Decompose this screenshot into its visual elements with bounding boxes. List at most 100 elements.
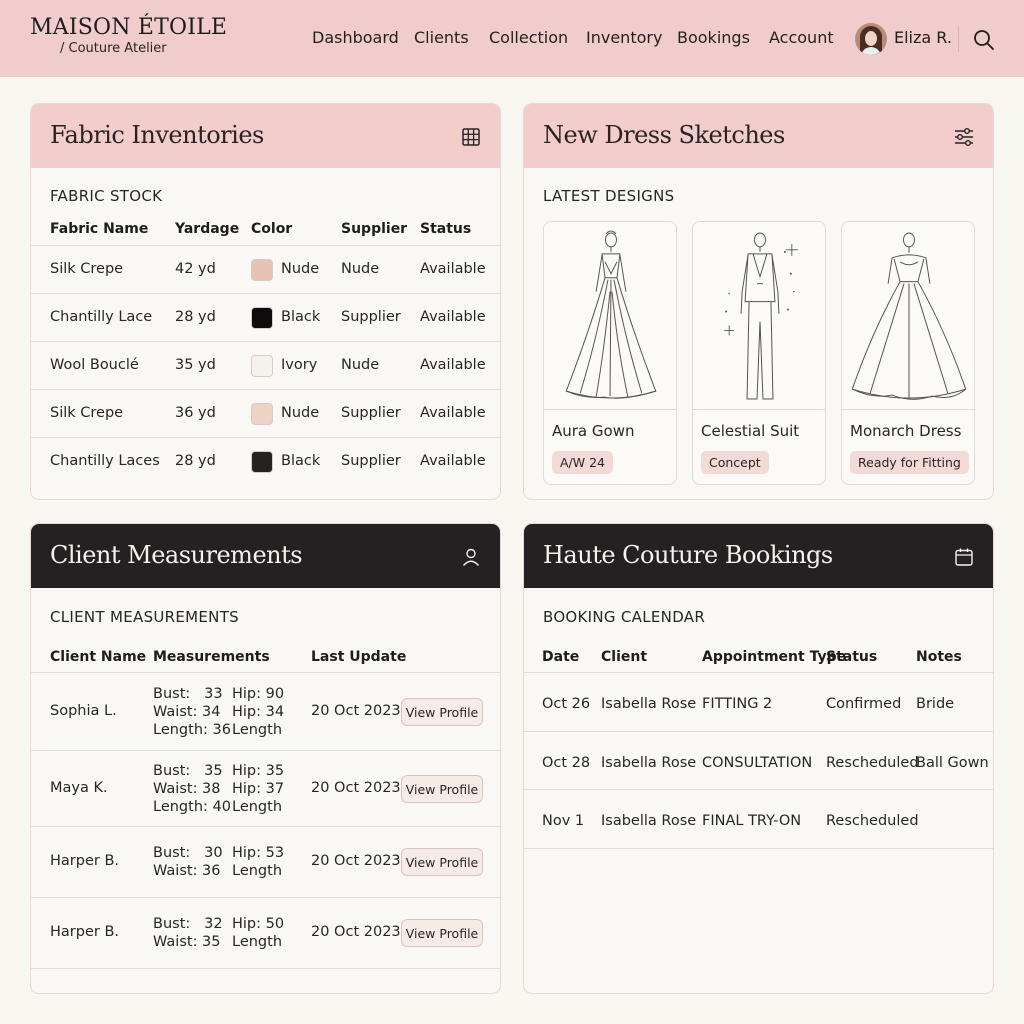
client-name: Maya K. bbox=[50, 780, 108, 796]
fabric-supplier: Supplier bbox=[341, 405, 401, 421]
fabric-name: Silk Crepe bbox=[50, 261, 124, 277]
col-fabric-name[interactable]: Fabric Name bbox=[50, 221, 148, 237]
fabric-color: Nude bbox=[281, 261, 320, 277]
sketch-name: Monarch Dress bbox=[850, 422, 962, 440]
view-profile-button[interactable]: View Profile bbox=[401, 919, 483, 947]
measurements-secondary: Hip: 90 Hip: 34 Length bbox=[232, 686, 285, 738]
client-name: Harper B. bbox=[50, 924, 120, 940]
view-profile-button[interactable]: View Profile bbox=[401, 848, 483, 876]
nav-inventory[interactable]: Inventory bbox=[586, 28, 662, 47]
fabric-color: Nude bbox=[281, 405, 320, 421]
row-divider bbox=[524, 848, 993, 849]
fabric-color: Black bbox=[281, 453, 321, 469]
measurements-primary: Bust: 32 Waist: 35 bbox=[153, 916, 223, 950]
measurements-card-title: Client Measurements bbox=[50, 541, 303, 569]
col-booking-status[interactable]: Status bbox=[826, 649, 877, 665]
col-supplier[interactable]: Supplier bbox=[341, 221, 407, 237]
last-update: 20 Oct 2023 bbox=[311, 703, 401, 719]
user-name[interactable]: Eliza R. bbox=[894, 28, 952, 47]
fabric-section-label: FABRIC STOCK bbox=[50, 187, 163, 205]
sketch-tag: Concept bbox=[701, 451, 769, 474]
sketch-tag: A/W 24 bbox=[552, 451, 614, 474]
fabric-status: Available bbox=[420, 357, 486, 373]
fabric-yardage: 36 yd bbox=[175, 405, 216, 421]
user-icon[interactable] bbox=[460, 546, 482, 568]
col-color[interactable]: Color bbox=[251, 221, 292, 237]
calendar-icon[interactable] bbox=[953, 546, 975, 568]
measurements-section-label: CLIENT MEASUREMENTS bbox=[50, 608, 239, 626]
col-client[interactable]: Client bbox=[601, 649, 647, 665]
sketch-card-aura-gown[interactable]: Aura Gown A/W 24 bbox=[543, 221, 677, 485]
nav-dashboard[interactable]: Dashboard bbox=[312, 28, 399, 47]
sliders-icon[interactable] bbox=[953, 126, 975, 148]
bookings-card: Haute Couture Bookings BOOKING CALENDAR … bbox=[523, 523, 994, 994]
fabric-card-title: Fabric Inventories bbox=[50, 121, 264, 149]
suit-sketch-illustration bbox=[693, 232, 825, 410]
view-profile-button[interactable]: View Profile bbox=[401, 775, 483, 803]
view-profile-button[interactable]: View Profile bbox=[401, 698, 483, 726]
appointment-type: FINAL TRY-ON bbox=[702, 813, 802, 829]
brand-logo[interactable]: MAISON ÉTOILE / Couture Atelier bbox=[30, 15, 227, 56]
fabric-yardage: 42 yd bbox=[175, 261, 216, 277]
dress-sketches-card: New Dress Sketches LATEST DESIGNS Aura G… bbox=[523, 103, 994, 500]
fabric-name: Chantilly Laces bbox=[50, 453, 160, 469]
fabric-name: Chantilly Lace bbox=[50, 309, 153, 325]
booking-date: Nov 1 bbox=[542, 813, 585, 829]
fabric-name: Wool Bouclé bbox=[50, 357, 139, 373]
last-update: 20 Oct 2023 bbox=[311, 853, 401, 869]
sketch-name: Aura Gown bbox=[552, 422, 635, 440]
col-status[interactable]: Status bbox=[420, 221, 471, 237]
color-swatch bbox=[251, 259, 273, 281]
fabric-status: Available bbox=[420, 261, 486, 277]
appointment-type: FITTING 2 bbox=[702, 696, 773, 712]
fabric-supplier: Nude bbox=[341, 261, 380, 277]
avatar[interactable] bbox=[855, 23, 887, 55]
bookings-section-label: BOOKING CALENDAR bbox=[543, 608, 706, 626]
fabric-supplier: Nude bbox=[341, 357, 380, 373]
brand-subtitle: / Couture Atelier bbox=[60, 41, 167, 56]
fabric-supplier: Supplier bbox=[341, 453, 401, 469]
col-measurements[interactable]: Measurements bbox=[153, 649, 270, 665]
bookings-card-title: Haute Couture Bookings bbox=[543, 541, 833, 569]
col-last-update[interactable]: Last Update bbox=[311, 649, 406, 665]
top-nav-bar: MAISON ÉTOILE / Couture Atelier Dashboar… bbox=[0, 0, 1024, 77]
sketches-card-header: New Dress Sketches bbox=[524, 104, 993, 168]
measurements-secondary: Hip: 50 Length bbox=[232, 916, 285, 950]
measurements-primary: Bust: 33 Waist: 34 Length: 36 bbox=[153, 686, 231, 738]
color-swatch bbox=[251, 451, 273, 473]
fabric-inventory-card: Fabric Inventories FABRIC STOCK Fabric N… bbox=[30, 103, 501, 500]
col-yardage[interactable]: Yardage bbox=[175, 221, 239, 237]
fabric-yardage: 28 yd bbox=[175, 453, 216, 469]
fabric-name: Silk Crepe bbox=[50, 405, 124, 421]
fabric-status: Available bbox=[420, 405, 486, 421]
client-name: Harper B. bbox=[50, 853, 120, 869]
sketch-card-monarch-dress[interactable]: Monarch Dress Ready for Fitting bbox=[841, 221, 975, 485]
measurements-card-header: Client Measurements bbox=[31, 524, 500, 588]
booking-status: Rescheduled bbox=[826, 813, 919, 829]
col-date[interactable]: Date bbox=[542, 649, 579, 665]
fabric-supplier: Supplier bbox=[341, 309, 401, 325]
booking-client: Isabella Rose bbox=[601, 755, 697, 771]
ballgown-sketch-illustration bbox=[842, 232, 974, 410]
col-notes[interactable]: Notes bbox=[916, 649, 962, 665]
client-measurements-card: Client Measurements CLIENT MEASUREMENTS … bbox=[30, 523, 501, 994]
nav-bookings[interactable]: Bookings bbox=[677, 28, 750, 47]
grid-icon[interactable] bbox=[460, 126, 482, 148]
booking-client: Isabella Rose bbox=[601, 813, 697, 829]
booking-notes: Ball Gown bbox=[916, 755, 989, 771]
nav-collection[interactable]: Collection bbox=[489, 28, 568, 47]
measurements-primary: Bust: 30 Waist: 36 bbox=[153, 845, 223, 879]
search-icon[interactable] bbox=[972, 28, 996, 52]
booking-date: Oct 28 bbox=[542, 755, 591, 771]
client-name: Sophia L. bbox=[50, 703, 117, 719]
nav-clients[interactable]: Clients bbox=[414, 28, 469, 47]
measurements-secondary: Hip: 35 Hip: 37 Length bbox=[232, 763, 285, 815]
booking-date: Oct 26 bbox=[542, 696, 591, 712]
color-swatch bbox=[251, 355, 273, 377]
sketch-card-celestial-suit[interactable]: Celestial Suit Concept bbox=[692, 221, 826, 485]
sketch-tag: Ready for Fitting bbox=[850, 451, 969, 474]
col-client-name[interactable]: Client Name bbox=[50, 649, 146, 665]
nav-account[interactable]: Account bbox=[769, 28, 834, 47]
color-swatch bbox=[251, 403, 273, 425]
col-appointment-type[interactable]: Appointment Type bbox=[702, 649, 846, 665]
